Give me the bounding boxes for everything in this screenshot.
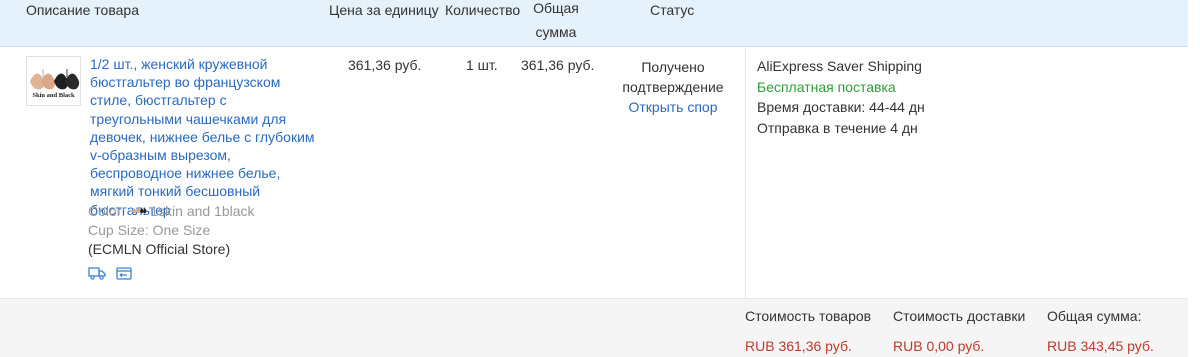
header-total: Общая сумма — [533, 0, 579, 40]
free-shipping-label: Бесплатная поставка — [757, 78, 896, 95]
color-label: Color: — [88, 203, 126, 219]
product-color: Color: 1skin and 1black — [88, 203, 255, 220]
status-line-1: Получено — [641, 59, 705, 75]
status-line-2: подтверждение — [622, 79, 724, 95]
product-cup-size: Cup Size: One Size — [88, 222, 210, 238]
shipping-cost-value: RUB 0,00 руб. — [893, 338, 985, 354]
header-description: Описание товара — [26, 2, 139, 18]
order-summary: Стоимость товаров RUB 361,36 руб. Стоимо… — [0, 298, 1188, 357]
dispatch-time: Отправка в течение 4 дн — [757, 119, 918, 136]
quantity: 1 шт. — [466, 57, 498, 73]
header-quantity: Количество — [445, 2, 521, 18]
column-divider — [745, 48, 746, 298]
shipping-cost-label: Стоимость доставки — [893, 308, 1026, 324]
line-total: 361,36 руб. — [521, 57, 595, 73]
unit-price: 361,36 руб. — [348, 57, 422, 73]
order-status: Получено подтверждение Открыть спор — [600, 57, 746, 117]
header-status: Статус — [650, 2, 695, 18]
cup-label: Cup Size: — [88, 222, 149, 238]
store-name[interactable]: (ECMLN Official Store) — [88, 241, 230, 257]
delivery-truck-icon[interactable] — [88, 266, 106, 283]
shipping-info: AliExpress Saver Shipping Бесплатная пос… — [757, 56, 925, 138]
order-total-label: Общая сумма: — [1047, 308, 1142, 324]
color-swatch-icon — [131, 202, 147, 218]
order-total-value: RUB 343,45 руб. — [1047, 338, 1154, 354]
product-title-link[interactable]: 1/2 шт., женский кружевной бюстгальтер в… — [90, 55, 315, 219]
product-thumbnail[interactable]: Skin and Black — [26, 56, 81, 106]
cup-value: One Size — [152, 222, 211, 238]
goods-cost-label: Стоимость товаров — [745, 308, 872, 324]
thumbnail-brand-text: Skin and Black — [32, 92, 75, 99]
shipping-method: AliExpress Saver Shipping — [757, 58, 922, 74]
delivery-time: Время доставки: 44-44 дн — [757, 99, 925, 115]
open-dispute-link[interactable]: Открыть спор — [600, 97, 746, 117]
goods-cost-value: RUB 361,36 руб. — [745, 338, 852, 354]
header-unit-price: Цена за единицу — [329, 2, 439, 18]
store-card-icon[interactable] — [116, 266, 132, 283]
bra-image-icon — [30, 69, 80, 90]
color-value: 1skin and 1black — [150, 203, 255, 219]
table-header: Описание товара Цена за единицу Количест… — [0, 0, 1188, 47]
product-icons — [88, 266, 138, 283]
